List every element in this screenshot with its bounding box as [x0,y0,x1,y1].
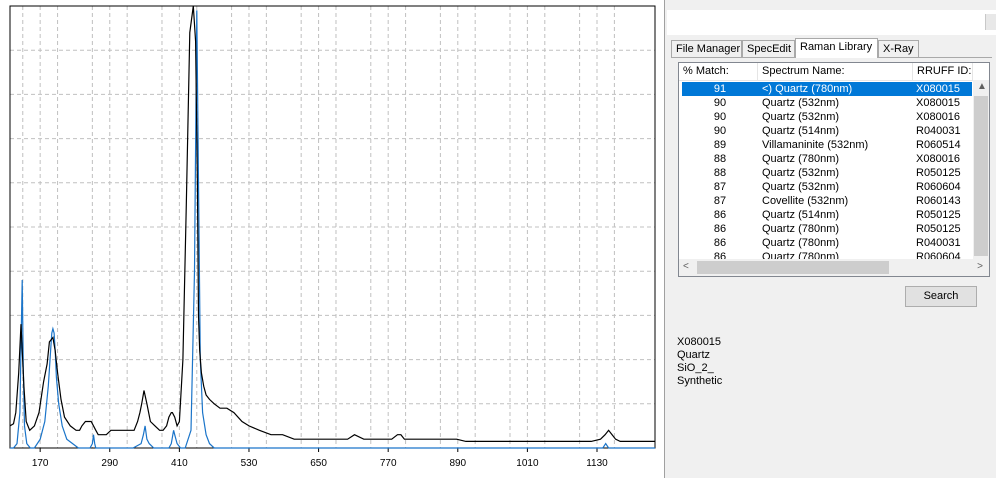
x-tick-label: 530 [241,458,258,469]
cell-spectrum-name: Quartz (780nm) [762,237,840,249]
x-tick-label: 770 [380,458,397,469]
cell-spectrum-name: Quartz (780nm) [762,153,840,165]
cell-rruff-id: R060514 [916,139,961,151]
match-results-list[interactable]: % Match: Spectrum Name: RRUFF ID: 91 <) Q… [678,62,990,277]
cell-rruff-id: R050125 [916,209,961,221]
cell-match: 87 [713,195,727,207]
cell-rruff-id: X080016 [916,153,961,165]
series-line-0 [9,5,655,442]
scroll-right-icon[interactable]: > [977,261,983,272]
spectrum-plot: 170 290 410 530 650 770 890 1010 1130 [9,5,656,469]
series-line-1 [10,10,655,449]
cell-spectrum-name: Quartz (532nm) [762,97,840,109]
x-tick-label: 1130 [586,458,608,469]
horizontal-scrollbar[interactable]: < > [679,259,989,276]
table-row[interactable]: 89 Villamaninite (532nm) R060514 [682,138,972,152]
table-row[interactable]: 86 Quartz (514nm) R050125 [682,208,972,222]
cell-match: 86 [713,237,727,249]
cell-match: 86 [713,223,727,235]
table-row[interactable]: 91 <) Quartz (780nm) X080015 [682,82,972,96]
cell-rruff-id: X080016 [916,111,961,123]
tab-specedit[interactable]: SpecEdit [742,40,795,57]
column-header-rruff-id[interactable]: RRUFF ID: [913,63,973,80]
cell-match: 90 [713,97,727,109]
cell-match: 88 [713,167,727,179]
table-row[interactable]: 90 Quartz (532nm) X080015 [682,96,972,110]
vertical-scroll-thumb[interactable] [974,96,988,256]
cell-spectrum-name: <) Quartz (780nm) [762,83,853,95]
vertical-scrollbar[interactable]: ▲ [973,80,989,261]
cell-rruff-id: X080015 [916,83,961,95]
detail-formula: SiO_2_ [677,362,714,374]
cell-spectrum-name: Villamaninite (532nm) [762,139,869,151]
cell-match: 87 [713,181,727,193]
table-row[interactable]: 88 Quartz (780nm) X080016 [682,152,972,166]
cell-spectrum-name: Quartz (780nm) [762,223,840,235]
x-tick-label: 290 [101,458,118,469]
cell-match: 89 [713,139,727,151]
cell-rruff-id: R050125 [916,223,961,235]
detail-id: X080015 [677,336,722,348]
cell-rruff-id: R060604 [916,181,961,193]
right-panel: File Manager SpecEdit Raman Library X-Ra… [667,0,996,478]
toolbar-button[interactable] [985,14,996,30]
table-row[interactable]: 86 Quartz (780nm) R050125 [682,222,972,236]
list-header: % Match: Spectrum Name: RRUFF ID: [679,63,989,81]
cell-spectrum-name: Quartz (514nm) [762,209,840,221]
table-row[interactable]: 87 Covellite (532nm) R060143 [682,194,972,208]
cell-rruff-id: R040031 [916,125,961,137]
x-tick-label: 650 [310,458,327,469]
cell-rruff-id: R060143 [916,195,961,207]
x-tick-label: 410 [171,458,188,469]
x-tick-label: 170 [32,458,49,469]
column-header-match[interactable]: % Match: [679,63,758,80]
cell-spectrum-name: Quartz (532nm) [762,111,840,123]
spectrum-chart[interactable]: 170 290 410 530 650 770 890 1010 1130 [0,0,667,478]
table-row[interactable]: 87 Quartz (532nm) R060604 [682,180,972,194]
scroll-left-icon[interactable]: < [683,261,689,272]
tab-file-manager[interactable]: File Manager [671,40,742,57]
detail-name: Quartz [677,349,711,361]
cell-rruff-id: X080015 [916,97,961,109]
cell-rruff-id: R040031 [916,237,961,249]
detail-origin: Synthetic [677,375,723,387]
search-button[interactable]: Search [905,286,977,307]
cell-match: 91 [713,83,727,95]
table-row[interactable]: 86 Quartz (780nm) R040031 [682,236,972,250]
x-tick-label: 890 [449,458,466,469]
selected-spectrum-details: X080015 Quartz SiO_2_ Synthetic [677,336,722,388]
column-header-spectrum-name[interactable]: Spectrum Name: [758,63,913,80]
cell-match: 90 [713,125,727,137]
scroll-up-icon[interactable]: ▲ [977,81,987,92]
x-tick-label: 1010 [516,458,539,469]
cell-spectrum-name: Quartz (532nm) [762,181,840,193]
cell-match: 88 [713,153,727,165]
table-row[interactable]: 90 Quartz (514nm) R040031 [682,124,972,138]
table-row[interactable]: 90 Quartz (532nm) X080016 [682,110,972,124]
tab-x-ray[interactable]: X-Ray [878,40,919,57]
cell-spectrum-name: Quartz (514nm) [762,125,840,137]
cell-spectrum-name: Covellite (532nm) [762,195,849,207]
cell-match: 90 [713,111,727,123]
tab-raman-library[interactable]: Raman Library [795,38,878,58]
table-row[interactable]: 88 Quartz (532nm) R050125 [682,166,972,180]
horizontal-scroll-thumb[interactable] [697,261,889,274]
cell-rruff-id: R050125 [916,167,961,179]
toolbar-area [667,10,996,35]
cell-spectrum-name: Quartz (532nm) [762,167,840,179]
cell-match: 86 [713,209,727,221]
